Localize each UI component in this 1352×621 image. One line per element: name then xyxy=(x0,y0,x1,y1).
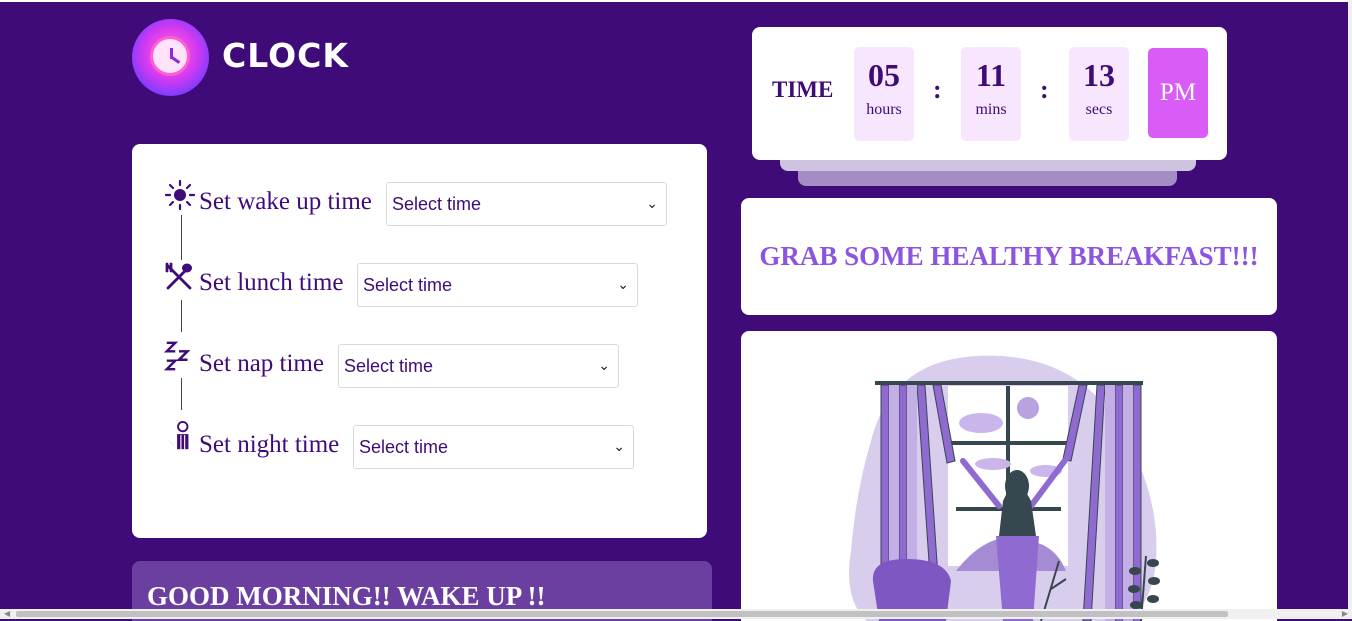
secs-unit: secs xyxy=(1085,101,1113,118)
zzz-icon xyxy=(164,341,191,371)
message-card: GRAB SOME HEALTHY BREAKFAST!!! xyxy=(741,198,1277,315)
nap-time-select[interactable]: Select time ⌄ xyxy=(338,344,619,388)
horizontal-scrollbar[interactable]: ◀ ▶ xyxy=(0,609,1352,619)
chevron-down-icon: ⌄ xyxy=(613,439,625,455)
alarm-clock-icon xyxy=(132,19,209,96)
logo-text: CLOCK xyxy=(222,36,349,75)
chevron-down-icon: ⌄ xyxy=(598,358,610,374)
vertical-scrollbar[interactable] xyxy=(1348,0,1352,609)
lunch-label: Set lunch time xyxy=(199,269,344,296)
lunch-time-select[interactable]: Select time ⌄ xyxy=(357,263,638,307)
scroll-right-icon[interactable]: ▶ xyxy=(1342,609,1348,619)
schedule-panel: Set wake up time Select time ⌄ Set lunch… xyxy=(132,144,707,538)
secs-box: 13 secs xyxy=(1069,47,1129,141)
mins-unit: mins xyxy=(975,101,1007,118)
scroll-left-icon[interactable]: ◀ xyxy=(4,609,10,619)
hours-unit: hours xyxy=(866,101,902,118)
timeline-connector xyxy=(181,300,182,332)
message-text: GRAB SOME HEALTHY BREAKFAST!!! xyxy=(759,241,1259,271)
night-time-select[interactable]: Select time ⌄ xyxy=(353,425,634,469)
lunch-select-value: Select time xyxy=(363,275,453,295)
night-label: Set night time xyxy=(199,431,340,458)
greeting-text: GOOD MORNING!! WAKE UP !! xyxy=(147,581,546,611)
wake-up-time-select[interactable]: Select time ⌄ xyxy=(386,182,667,226)
secs-value: 13 xyxy=(1083,57,1115,93)
moon-night-icon xyxy=(166,420,189,450)
mins-value: 11 xyxy=(975,57,1007,93)
ampm-indicator: PM xyxy=(1148,48,1208,138)
timeline-connector xyxy=(181,215,182,260)
timeline-connector xyxy=(181,378,182,410)
wake-up-select-value: Select time xyxy=(392,194,482,214)
digital-clock: TIME 05 hours : 11 mins : 13 secs PM xyxy=(752,27,1227,160)
illustration-card xyxy=(741,331,1277,621)
chevron-down-icon: ⌄ xyxy=(617,277,629,293)
time-separator: : xyxy=(1040,75,1049,104)
nap-label: Set nap time xyxy=(199,350,324,377)
chevron-down-icon: ⌄ xyxy=(646,196,658,212)
time-separator: : xyxy=(933,75,942,104)
woman-opening-curtains-illustration xyxy=(849,355,1160,621)
scrollbar-thumb[interactable] xyxy=(16,611,1228,617)
sun-icon xyxy=(165,179,195,211)
mins-box: 11 mins xyxy=(961,47,1021,141)
fork-spoon-icon xyxy=(165,262,192,290)
clock-label: TIME xyxy=(772,77,834,102)
nap-select-value: Select time xyxy=(344,356,434,376)
wake-up-label: Set wake up time xyxy=(199,188,372,215)
hours-value: 05 xyxy=(868,57,900,93)
night-select-value: Select time xyxy=(359,437,449,457)
hours-box: 05 hours xyxy=(854,47,914,141)
window-top-edge xyxy=(0,0,1352,2)
